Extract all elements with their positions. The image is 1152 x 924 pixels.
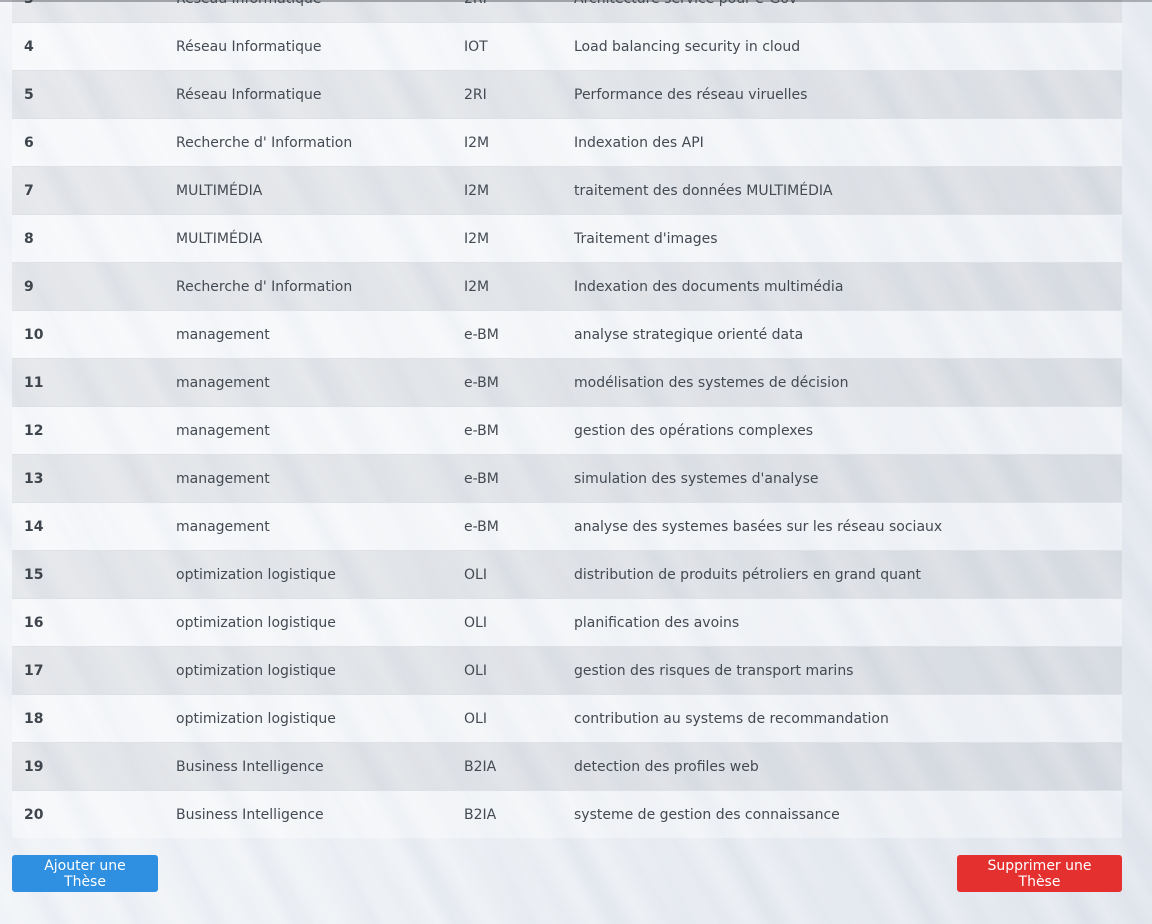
thesis-title-cell: Performance des réseau viruelles — [574, 87, 808, 103]
thesis-team-cell: 2RI — [464, 0, 487, 22]
thesis-title-cell: modélisation des systemes de décision — [574, 375, 849, 391]
thesis-domain-cell: management — [176, 423, 270, 439]
thesis-title-cell: analyse des systemes basées sur les rése… — [574, 519, 943, 535]
thesis-id-cell: 8 — [24, 231, 34, 247]
thesis-team-cell: OLI — [464, 615, 487, 631]
thesis-title-cell: Indexation des API — [574, 135, 704, 151]
thesis-id-cell: 19 — [24, 759, 44, 775]
thesis-title-cell: detection des profiles web — [574, 759, 759, 775]
thesis-id-cell: 7 — [24, 183, 34, 199]
table-row: 11 management e-BM modélisation des systeme… — [12, 358, 1122, 406]
thesis-domain-cell: optimization logistique — [176, 615, 336, 631]
thesis-team-cell: e-BM — [464, 519, 499, 535]
table-row: 19 Business Intelligence B2IA detection des… — [12, 742, 1122, 790]
thesis-title-cell: Traitement d'images — [574, 231, 718, 247]
thesis-id-cell: 9 — [24, 279, 34, 295]
thesis-team-cell: I2M — [464, 279, 490, 295]
thesis-id-cell: 6 — [24, 135, 34, 151]
thesis-team-cell: e-BM — [464, 375, 499, 391]
thesis-team-cell: e-BM — [464, 327, 499, 343]
delete-thesis-button[interactable]: Supprimer une Thèse — [957, 855, 1122, 892]
thesis-domain-cell: management — [176, 375, 270, 391]
thesis-title-cell: planification des avoins — [574, 615, 740, 631]
thesis-domain-cell: Réseau Informatique — [176, 39, 322, 55]
thesis-title-cell: systeme de gestion des connaissance — [574, 807, 840, 823]
thesis-id-cell: 4 — [24, 39, 34, 55]
thesis-id-cell: 11 — [24, 375, 44, 391]
thesis-domain-cell: Business Intelligence — [176, 807, 324, 823]
table-row: 18 optimization logistique OLI contribution… — [12, 694, 1122, 742]
thesis-id-cell: 14 — [24, 519, 44, 535]
thesis-title-cell: Indexation des documents multimédia — [574, 279, 844, 295]
thesis-title-cell: analyse strategique orienté data — [574, 327, 804, 343]
thesis-domain-cell: optimization logistique — [176, 711, 336, 727]
table-row: 15 optimization logistique OLI distribution… — [12, 550, 1122, 598]
thesis-id-cell: 16 — [24, 615, 44, 631]
table-row: 8 MULTIMÉDIA I2M Traitement d'images — [12, 214, 1122, 262]
thesis-title-cell: traitement des données MULTIMÉDIA — [574, 183, 833, 199]
table-row: 13 management e-BM simulation des systemes … — [12, 454, 1122, 502]
thesis-team-cell: IOT — [464, 39, 488, 55]
thesis-domain-cell: MULTIMÉDIA — [176, 231, 263, 247]
table-row: 17 optimization logistique OLI gestion des … — [12, 646, 1122, 694]
table-row: 3 Réseau Informatique 2RI Architecture serv… — [12, 0, 1122, 22]
table-row: 10 management e-BM analyse strategique orie… — [12, 310, 1122, 358]
table-row: 6 Recherche d' Information I2M Indexation d… — [12, 118, 1122, 166]
thesis-title-cell: distribution de produits pétroliers en g… — [574, 567, 921, 583]
table-row: 14 management e-BM analyse des systemes bas… — [12, 502, 1122, 550]
thesis-title-cell: Load balancing security in cloud — [574, 39, 801, 55]
thesis-id-cell: 13 — [24, 471, 44, 487]
thesis-team-cell: B2IA — [464, 759, 497, 775]
thesis-team-cell: B2IA — [464, 807, 497, 823]
thesis-id-cell: 3 — [24, 0, 34, 22]
thesis-id-cell: 15 — [24, 567, 44, 583]
thesis-id-cell: 10 — [24, 327, 44, 343]
table-row: 4 Réseau Informatique IOT Load balancing se… — [12, 22, 1122, 70]
thesis-team-cell: OLI — [464, 567, 487, 583]
thesis-id-cell: 5 — [24, 87, 34, 103]
thesis-domain-cell: optimization logistique — [176, 567, 336, 583]
thesis-team-cell: I2M — [464, 231, 490, 247]
table-row: 16 optimization logistique OLI planificatio… — [12, 598, 1122, 646]
thesis-team-cell: OLI — [464, 663, 487, 679]
table-row: 7 MULTIMÉDIA I2M traitement des données MUL… — [12, 166, 1122, 214]
thesis-domain-cell: management — [176, 471, 270, 487]
table-row: 9 Recherche d' Information I2M Indexation d… — [12, 262, 1122, 310]
table-row: 5 Réseau Informatique 2RI Performance des r… — [12, 70, 1122, 118]
thesis-domain-cell: Recherche d' Information — [176, 279, 353, 295]
thesis-domain-cell: management — [176, 519, 270, 535]
thesis-title-cell: Architecture service pour e-Gov — [574, 0, 797, 22]
thesis-team-cell: I2M — [464, 183, 490, 199]
thesis-id-cell: 17 — [24, 663, 44, 679]
thesis-id-cell: 12 — [24, 423, 44, 439]
thesis-title-cell: gestion des opérations complexes — [574, 423, 814, 439]
thesis-domain-cell: Réseau Informatique — [176, 87, 322, 103]
thesis-team-cell: e-BM — [464, 471, 499, 487]
thesis-title-cell: contribution au systems de recommandatio… — [574, 711, 889, 727]
thesis-title-cell: simulation des systemes d'analyse — [574, 471, 819, 487]
add-thesis-button[interactable]: Ajouter une Thèse — [12, 855, 158, 892]
thesis-domain-cell: optimization logistique — [176, 663, 336, 679]
thesis-team-cell: e-BM — [464, 423, 499, 439]
table-row: 20 Business Intelligence B2IA systeme de ge… — [12, 790, 1122, 838]
table-row: 12 management e-BM gestion des opérations c… — [12, 406, 1122, 454]
thesis-table: 3 Réseau Informatique 2RI Architecture serv… — [12, 0, 1122, 838]
thesis-domain-cell: management — [176, 327, 270, 343]
thesis-team-cell: I2M — [464, 135, 490, 151]
thesis-team-cell: 2RI — [464, 87, 487, 103]
thesis-domain-cell: MULTIMÉDIA — [176, 183, 263, 199]
thesis-team-cell: OLI — [464, 711, 487, 727]
thesis-domain-cell: Business Intelligence — [176, 759, 324, 775]
thesis-domain-cell: Recherche d' Information — [176, 135, 353, 151]
thesis-id-cell: 18 — [24, 711, 44, 727]
thesis-domain-cell: Réseau Informatique — [176, 0, 322, 22]
thesis-title-cell: gestion des risques de transport marins — [574, 663, 854, 679]
thesis-id-cell: 20 — [24, 807, 44, 823]
